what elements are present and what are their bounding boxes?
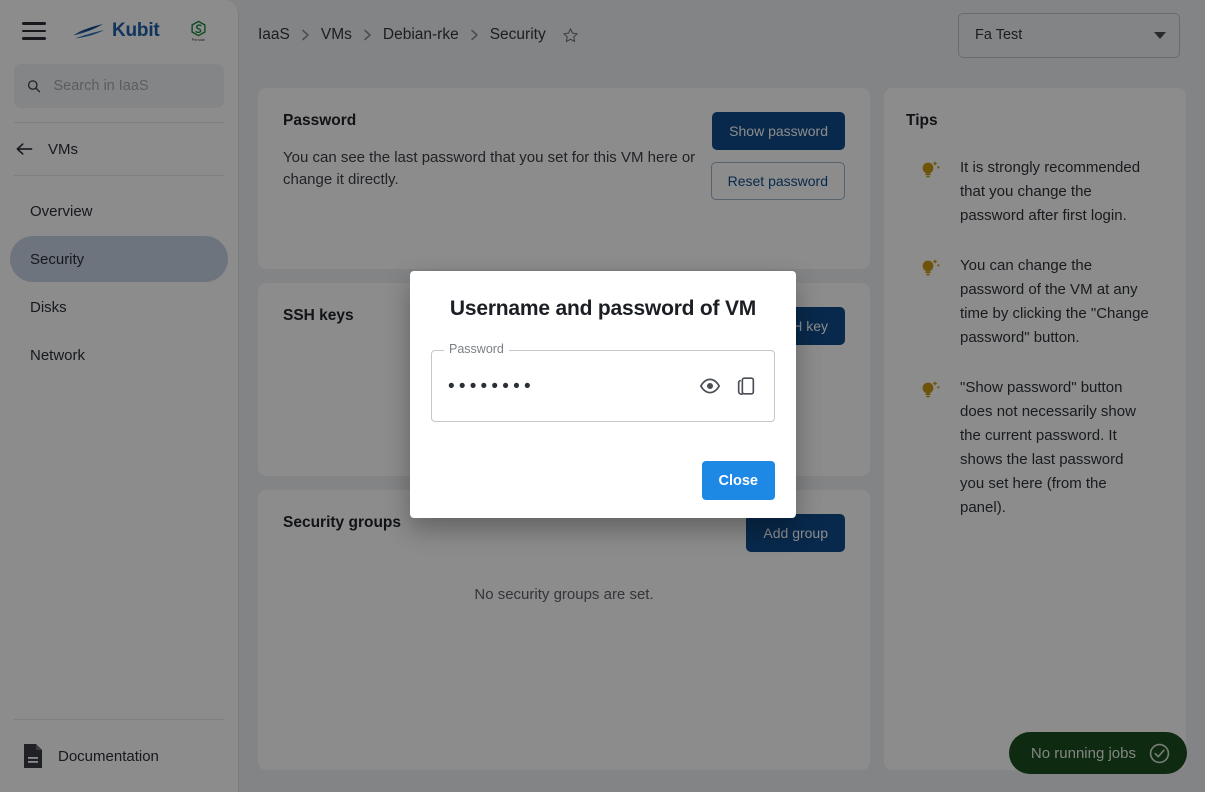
- password-field-group: Password ••••••••: [431, 342, 775, 422]
- close-dialog-button[interactable]: Close: [701, 461, 775, 500]
- password-input[interactable]: ••••••••: [448, 377, 689, 396]
- password-field-inner: ••••••••: [431, 350, 775, 422]
- toggle-password-visibility-button[interactable]: [695, 371, 725, 401]
- dialog-title: Username and password of VM: [449, 297, 757, 320]
- app-root: Kubit Persian VMs: [0, 0, 1205, 792]
- vm-credentials-dialog: Username and password of VM Password •••…: [410, 271, 796, 518]
- copy-password-button[interactable]: [731, 371, 761, 401]
- eye-icon: [699, 378, 721, 394]
- copy-icon: [737, 377, 755, 395]
- dialog-footer: Close: [431, 422, 775, 500]
